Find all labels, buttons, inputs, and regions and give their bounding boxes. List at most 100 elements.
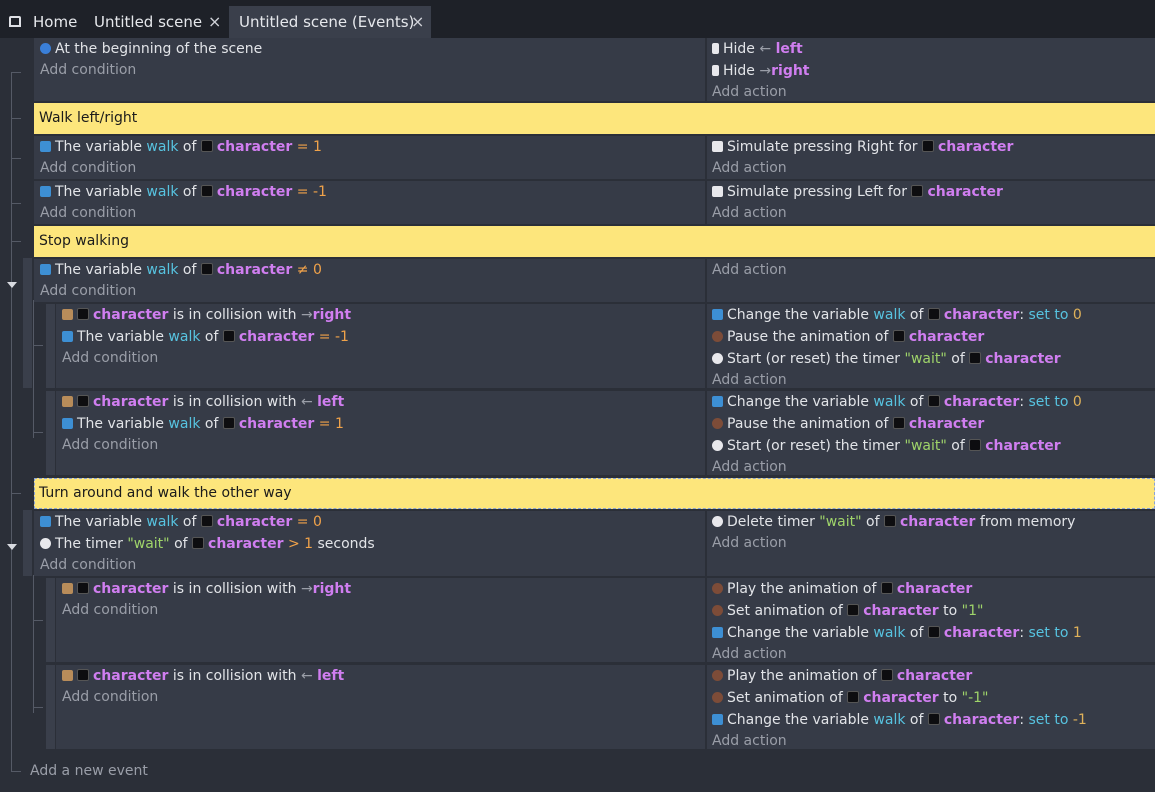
object-icon <box>880 582 893 594</box>
tab-events[interactable]: Untitled scene (Events) × <box>229 6 431 38</box>
action-row[interactable]: Change the variable walk of character: s… <box>712 622 1082 644</box>
event-conditions[interactable]: character is in collision with ← left Th… <box>56 391 705 475</box>
collapse-arrow-icon[interactable] <box>7 282 17 288</box>
add-condition-link[interactable]: Add condition <box>40 280 136 302</box>
add-condition-link[interactable]: Add condition <box>62 599 158 621</box>
tab-scene[interactable]: Untitled scene × <box>84 6 229 38</box>
add-condition-link[interactable]: Add condition <box>40 59 136 81</box>
action-text: Change the variable <box>727 394 869 410</box>
event-conditions[interactable]: The variable walk of character = -1 Add … <box>34 181 705 224</box>
close-icon[interactable]: × <box>411 6 424 38</box>
hide-icon <box>712 43 719 54</box>
collapse-arrow-icon[interactable] <box>7 544 17 550</box>
event-conditions[interactable]: The variable walk of character ≠ 0 Add c… <box>34 259 705 302</box>
add-condition-link[interactable]: Add condition <box>62 347 158 369</box>
object-name: character <box>908 416 985 432</box>
condition-row[interactable]: At the beginning of the scene <box>40 38 262 60</box>
condition-text: is in collision with <box>172 581 297 597</box>
event-handle[interactable] <box>23 258 32 388</box>
condition-text: The variable <box>77 416 164 432</box>
condition-row[interactable]: The variable walk of character ≠ 0 <box>40 259 322 281</box>
arrow-left-icon: ← <box>759 41 772 57</box>
add-condition-link[interactable]: Add condition <box>40 157 136 179</box>
action-row[interactable]: Set animation of character to "1" <box>712 600 983 622</box>
event-actions[interactable]: Change the variable walk of character: s… <box>707 304 1155 388</box>
action-text: Change the variable <box>727 307 869 323</box>
event-handle[interactable] <box>23 510 32 576</box>
event-actions[interactable]: Change the variable walk of character: s… <box>707 391 1155 475</box>
add-action-link[interactable]: Add action <box>712 81 787 103</box>
event-handle[interactable] <box>46 578 55 662</box>
condition-row[interactable]: The variable walk of character = 1 <box>62 413 344 435</box>
action-row[interactable]: Change the variable walk of character: s… <box>712 391 1082 413</box>
action-row[interactable]: Play the animation of character <box>712 665 972 687</box>
add-action-link[interactable]: Add action <box>712 369 787 391</box>
action-row[interactable]: Pause the animation of character <box>712 326 984 348</box>
add-action-link[interactable]: Add action <box>712 259 787 281</box>
action-row[interactable]: Set animation of character to "-1" <box>712 687 989 709</box>
event-conditions[interactable]: At the beginning of the scene Add condit… <box>34 38 705 101</box>
condition-row[interactable]: The variable walk of character = 0 <box>40 511 322 533</box>
event-actions[interactable]: Hide ← left Hide →right Add action <box>707 38 1155 101</box>
object-name: left <box>775 41 803 57</box>
add-action-link[interactable]: Add action <box>712 643 787 665</box>
action-row[interactable]: Start (or reset) the timer "wait" of cha… <box>712 435 1061 457</box>
action-row[interactable]: Simulate pressing Right for character <box>712 136 1013 158</box>
string-value: "wait" <box>819 514 862 530</box>
add-new-event-link[interactable]: Add a new event <box>30 760 148 782</box>
event-actions[interactable]: Play the animation of character Set anim… <box>707 578 1155 662</box>
action-row[interactable]: Change the variable walk of character: s… <box>712 304 1082 326</box>
tree-guide <box>11 72 12 772</box>
object-name: left <box>317 394 345 410</box>
add-condition-link[interactable]: Add condition <box>40 554 136 576</box>
close-icon[interactable]: × <box>208 6 221 38</box>
of-text: of <box>909 394 924 410</box>
event-handle[interactable] <box>46 665 55 749</box>
condition-row[interactable]: character is in collision with →right <box>62 304 351 326</box>
animation-icon <box>712 331 723 342</box>
condition-row[interactable]: The variable walk of character = 1 <box>40 136 322 158</box>
event-handle[interactable] <box>46 304 55 388</box>
operator: > 1 <box>287 536 314 552</box>
condition-row[interactable]: character is in collision with ← left <box>62 391 344 413</box>
event-actions[interactable]: Simulate pressing Right for character Ad… <box>707 136 1155 179</box>
action-row[interactable]: Hide →right <box>712 60 810 82</box>
event-conditions[interactable]: character is in collision with →right Th… <box>56 304 705 388</box>
add-action-link[interactable]: Add action <box>712 456 787 478</box>
event-actions[interactable]: Simulate pressing Left for character Add… <box>707 181 1155 224</box>
action-row[interactable]: Change the variable walk of character: s… <box>712 709 1087 731</box>
add-action-link[interactable]: Add action <box>712 202 787 224</box>
event-handle[interactable] <box>46 391 55 475</box>
action-row[interactable]: Hide ← left <box>712 38 803 60</box>
action-row[interactable]: Pause the animation of character <box>712 413 984 435</box>
action-row[interactable]: Simulate pressing Left for character <box>712 181 1003 203</box>
action-row[interactable]: Start (or reset) the timer "wait" of cha… <box>712 348 1061 370</box>
event-actions[interactable]: Add action <box>707 259 1155 302</box>
event-actions[interactable]: Play the animation of character Set anim… <box>707 665 1155 749</box>
condition-row[interactable]: character is in collision with →right <box>62 578 351 600</box>
add-condition-link[interactable]: Add condition <box>62 434 158 456</box>
add-action-link[interactable]: Add action <box>712 157 787 179</box>
event-conditions[interactable]: The variable walk of character = 0 The t… <box>34 511 705 576</box>
condition-row[interactable]: The variable walk of character = -1 <box>40 181 327 203</box>
condition-row[interactable]: The timer "wait" of character > 1 second… <box>40 533 375 555</box>
condition-row[interactable]: The variable walk of character = -1 <box>62 326 349 348</box>
add-condition-link[interactable]: Add condition <box>40 202 136 224</box>
comment-stop[interactable]: Stop walking <box>34 226 1155 257</box>
comment-turn[interactable]: Turn around and walk the other way <box>34 478 1155 509</box>
event-conditions[interactable]: character is in collision with →right Ad… <box>56 578 705 662</box>
event-actions[interactable]: Delete timer "wait" of character from me… <box>707 511 1155 576</box>
condition-text: is in collision with <box>172 394 297 410</box>
add-action-link[interactable]: Add action <box>712 532 787 554</box>
add-action-link[interactable]: Add action <box>712 730 787 752</box>
event-conditions[interactable]: The variable walk of character = 1 Add c… <box>34 136 705 179</box>
action-row[interactable]: Play the animation of character <box>712 578 972 600</box>
operator: ≠ 0 <box>296 262 322 278</box>
tab-home[interactable]: Home <box>0 6 84 38</box>
object-name: character <box>93 394 169 410</box>
event-conditions[interactable]: character is in collision with ← left Ad… <box>56 665 705 749</box>
condition-row[interactable]: character is in collision with ← left <box>62 665 344 687</box>
comment-walk[interactable]: Walk left/right <box>34 103 1155 134</box>
add-condition-link[interactable]: Add condition <box>62 686 158 708</box>
action-row[interactable]: Delete timer "wait" of character from me… <box>712 511 1075 533</box>
